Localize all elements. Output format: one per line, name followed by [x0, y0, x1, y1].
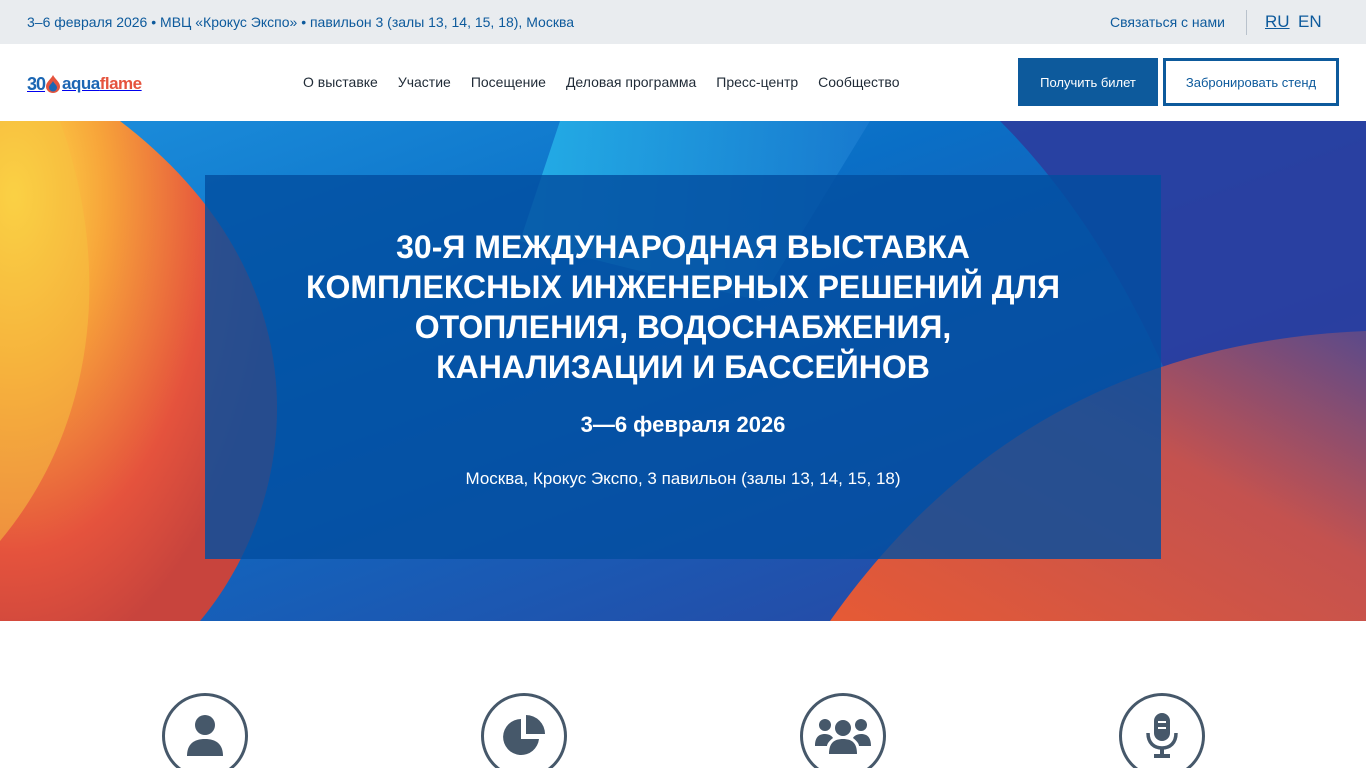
logo-number: 30 [27, 73, 46, 94]
nav-item-business-program[interactable]: Деловая программа [566, 74, 696, 90]
lang-en-link[interactable]: EN [1298, 12, 1322, 32]
nav-item-community[interactable]: Сообщество [818, 74, 899, 90]
top-info-bar: 3–6 февраля 2026 • МВЦ «Крокус Экспо» • … [0, 0, 1366, 44]
contact-us-link[interactable]: Связаться с нами [1110, 14, 1225, 30]
hero-title-line: ОТОПЛЕНИЯ, ВОДОСНАБЖЕНИЯ, [414, 309, 952, 345]
feature-business-program[interactable] [1119, 693, 1205, 768]
features-section [0, 621, 1366, 768]
hero-venue: Москва, Крокус Экспо, 3 павильон (залы 1… [465, 469, 901, 488]
nav-item-press-center[interactable]: Пресс-центр [716, 74, 798, 90]
hero-title-line: 30-Я МЕЖДУНАРОДНАЯ ВЫСТАВКА [396, 229, 970, 265]
nav-item-participation[interactable]: Участие [398, 74, 451, 90]
main-nav: О выставке Участие Посещение Деловая про… [303, 74, 919, 90]
hero-date: 3—6 февраля 2026 [580, 412, 786, 437]
logo-word-flame: flame [99, 74, 142, 93]
feature-statistics[interactable] [481, 693, 567, 768]
book-stand-button[interactable]: Забронировать стенд [1163, 58, 1339, 106]
get-ticket-button[interactable]: Получить билет [1018, 58, 1158, 106]
feature-community[interactable] [800, 693, 886, 768]
aquaflame-logo[interactable]: 30 aquaflame [27, 72, 142, 96]
hero-banner: 30-Я МЕЖДУНАРОДНАЯ ВЫСТАВКА КОМПЛЕКСНЫХ … [0, 121, 1366, 621]
logo-word-aqua: aqua [62, 74, 100, 93]
nav-item-visit[interactable]: Посещение [471, 74, 546, 90]
hero-title-line: КАНАЛИЗАЦИИ И БАССЕЙНОВ [436, 349, 930, 385]
flame-drop-icon [46, 75, 61, 93]
feature-visitor[interactable] [162, 693, 248, 768]
pie-chart-icon [503, 715, 545, 755]
hero-title: 30-Я МЕЖДУНАРОДНАЯ ВЫСТАВКА КОМПЛЕКСНЫХ … [205, 227, 1161, 387]
topbar-divider [1246, 10, 1247, 35]
site-header: 30 aquaflame О выставке Участие Посещени… [0, 44, 1366, 121]
hero-text-panel: 30-Я МЕЖДУНАРОДНАЯ ВЫСТАВКА КОМПЛЕКСНЫХ … [205, 175, 1161, 559]
event-info-text: 3–6 февраля 2026 • МВЦ «Крокус Экспо» • … [27, 14, 575, 30]
group-icon [815, 719, 871, 754]
nav-item-about[interactable]: О выставке [303, 74, 378, 90]
hero-title-line: КОМПЛЕКСНЫХ ИНЖЕНЕРНЫХ РЕШЕНИЙ ДЛЯ [305, 269, 1061, 305]
logo-wordmark: aquaflame [62, 74, 142, 94]
user-icon [187, 715, 223, 756]
microphone-icon [1146, 713, 1178, 758]
lang-ru-link[interactable]: RU [1265, 12, 1290, 32]
